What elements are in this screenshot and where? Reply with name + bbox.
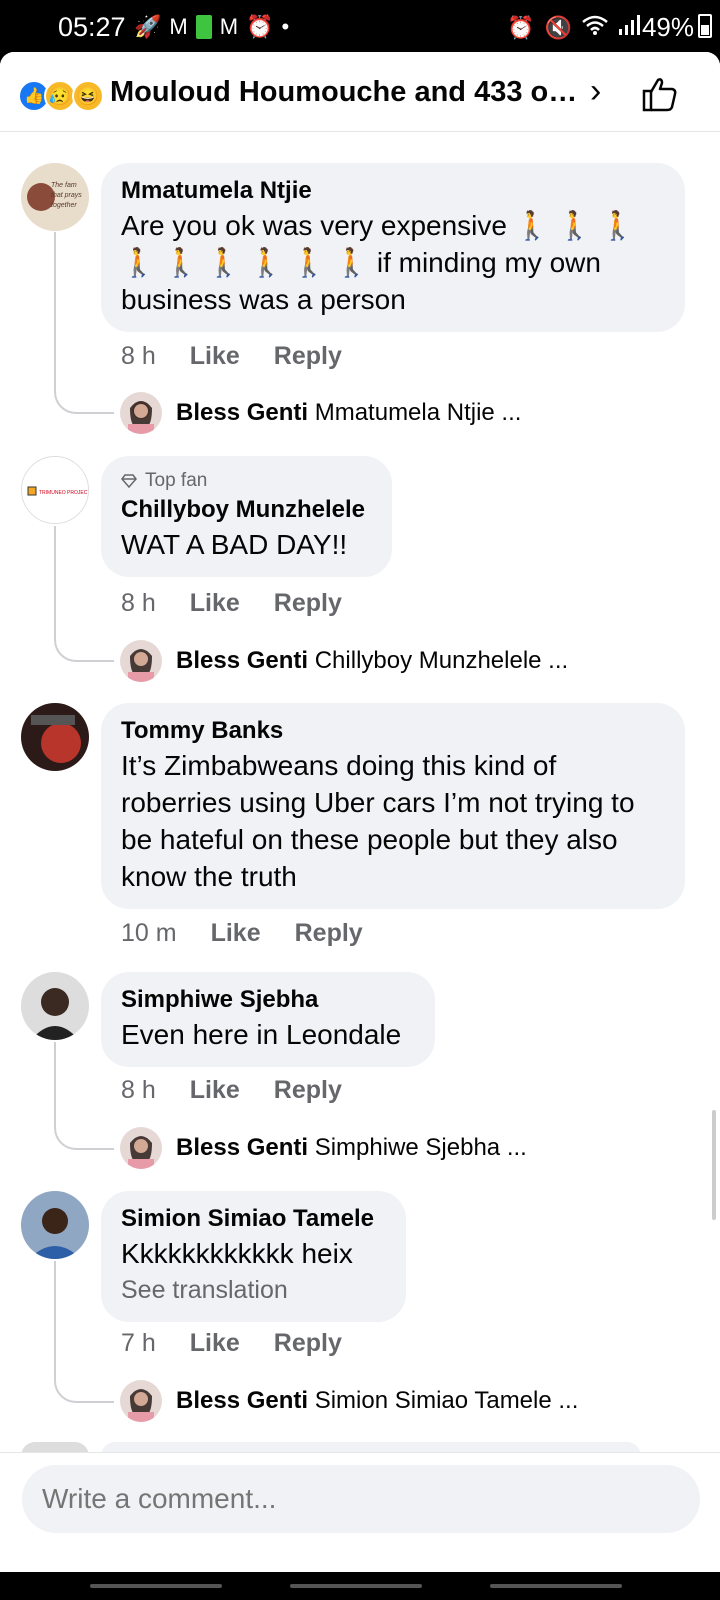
reply-snippet: Mmatumela Ntjie ... bbox=[314, 399, 522, 426]
comment-bubble[interactable]: Mmatumela Ntjie Are you ok was very expe… bbox=[101, 163, 685, 332]
composer-bar bbox=[0, 1452, 720, 1572]
comment-actions: 7 h Like Reply bbox=[121, 1329, 342, 1358]
reply-author: Bless Genti bbox=[176, 399, 309, 426]
reactions-header[interactable]: 👍 😥 😆 Mouloud Houmouche and 433 ot... › bbox=[0, 52, 720, 132]
avatar[interactable] bbox=[21, 703, 89, 771]
avatar[interactable]: TRIMUNEO PROJECTS bbox=[21, 456, 89, 524]
reply-avatar[interactable] bbox=[120, 1380, 162, 1422]
comment-bubble[interactable]: Top fan Chillyboy Munzhelele WAT A BAD D… bbox=[101, 456, 392, 577]
comment-input[interactable] bbox=[22, 1465, 700, 1533]
comment-actions: 8 h Like Reply bbox=[121, 589, 342, 618]
comments-panel: 👍 😥 😆 Mouloud Houmouche and 433 ot... › … bbox=[0, 52, 720, 1572]
comment-bubble[interactable]: Simphiwe Sjebha Even here in Leondale bbox=[101, 972, 435, 1067]
comment-author[interactable]: Tommy Banks bbox=[121, 715, 665, 747]
alarm-icon: ⏰ bbox=[507, 15, 535, 40]
comment-text: Kkkkkkkkkkkk heix bbox=[121, 1238, 353, 1269]
reply-author: Bless Genti bbox=[176, 1387, 309, 1414]
mute-icon: 🔇 bbox=[544, 15, 572, 40]
comment-time: 10 m bbox=[121, 919, 177, 947]
comment-text: WAT A BAD DAY!! bbox=[121, 529, 348, 560]
reply-button[interactable]: Reply bbox=[274, 342, 342, 371]
see-translation-link[interactable]: See translation bbox=[121, 1272, 386, 1308]
reply-preview[interactable]: Bless Genti Chillyboy Munzhelele ... bbox=[176, 647, 568, 675]
comment-actions: 10 m Like Reply bbox=[121, 919, 363, 948]
like-button[interactable]: Like bbox=[190, 342, 240, 371]
status-bar: 05:27 🚀 M M ⏰ • ⏰ 🔇 49% bbox=[0, 0, 720, 52]
thread-line bbox=[54, 1042, 114, 1150]
diamond-icon bbox=[121, 474, 137, 488]
comment-author[interactable]: Simphiwe Sjebha bbox=[121, 984, 415, 1016]
reply-button[interactable]: Reply bbox=[274, 589, 342, 618]
battery-app-icon bbox=[195, 15, 212, 39]
svg-text:that prays: that prays bbox=[51, 192, 82, 199]
home-button[interactable] bbox=[290, 1584, 422, 1588]
svg-text:The fam: The fam bbox=[51, 182, 77, 189]
thread-line bbox=[54, 1261, 114, 1403]
comment-actions: 8 h Like Reply bbox=[121, 1076, 342, 1105]
scrollbar[interactable] bbox=[712, 1110, 716, 1220]
comment-author[interactable]: Chillyboy Munzhelele bbox=[121, 494, 372, 526]
notification-icons: 🚀 M M ⏰ • bbox=[134, 14, 289, 40]
like-button[interactable]: Like bbox=[190, 1329, 240, 1358]
reply-button[interactable]: Reply bbox=[274, 1076, 342, 1105]
comment-bubble[interactable]: Simion Simiao Tamele Kkkkkkkkkkkk heix S… bbox=[101, 1191, 406, 1322]
reply-author: Bless Genti bbox=[176, 647, 309, 674]
top-fan-badge: Top fan bbox=[121, 468, 372, 494]
reply-snippet: Simphiwe Sjebha ... bbox=[314, 1134, 527, 1161]
reply-preview[interactable]: Bless Genti Simion Simiao Tamele ... bbox=[176, 1387, 578, 1415]
battery-percent: 49% bbox=[641, 12, 694, 42]
reactions-summary[interactable]: Mouloud Houmouche and 433 ot... bbox=[110, 76, 580, 109]
back-button[interactable] bbox=[490, 1584, 622, 1588]
gmail-icon: M bbox=[219, 14, 239, 39]
dot-icon: • bbox=[281, 14, 290, 39]
reply-snippet: Simion Simiao Tamele ... bbox=[314, 1387, 579, 1414]
haha-reaction-icon: 😆 bbox=[72, 80, 104, 112]
signal-icon bbox=[618, 14, 640, 42]
avatar[interactable] bbox=[21, 972, 89, 1040]
comment-text: It’s Zimbabweans doing this kind of robe… bbox=[121, 750, 635, 892]
comment-author[interactable]: Mmatumela Ntjie bbox=[121, 175, 665, 207]
like-button[interactable]: Like bbox=[190, 1076, 240, 1105]
avatar[interactable]: The fam that prays together bbox=[21, 163, 89, 231]
reply-snippet: Chillyboy Munzhelele ... bbox=[314, 647, 569, 674]
system-icons: ⏰ 🔇 bbox=[507, 14, 640, 42]
rocket-icon: 🚀 bbox=[134, 14, 162, 39]
comment-time: 8 h bbox=[121, 342, 156, 370]
like-button[interactable]: Like bbox=[211, 919, 261, 948]
system-nav-bar bbox=[0, 1572, 720, 1600]
comment-time: 8 h bbox=[121, 1076, 156, 1104]
reply-preview[interactable]: Bless Genti Mmatumela Ntjie ... bbox=[176, 399, 521, 427]
battery-icon bbox=[698, 14, 712, 38]
comment-bubble[interactable]: Tommy Banks It’s Zimbabweans doing this … bbox=[101, 703, 685, 909]
avatar[interactable] bbox=[21, 1191, 89, 1259]
thread-line bbox=[54, 232, 114, 414]
reply-author: Bless Genti bbox=[176, 1134, 309, 1161]
reaction-icons: 👍 😥 😆 bbox=[18, 80, 110, 112]
reply-button[interactable]: Reply bbox=[274, 1329, 342, 1358]
comment-text: Even here in Leondale bbox=[121, 1019, 402, 1050]
reply-avatar[interactable] bbox=[120, 392, 162, 434]
reply-button[interactable]: Reply bbox=[295, 919, 363, 948]
svg-text:TRIMUNEO PROJECTS: TRIMUNEO PROJECTS bbox=[39, 490, 89, 496]
reply-preview[interactable]: Bless Genti Simphiwe Sjebha ... bbox=[176, 1134, 527, 1162]
thread-line bbox=[54, 526, 114, 662]
like-button[interactable]: Like bbox=[190, 589, 240, 618]
alarm-face-icon: ⏰ bbox=[246, 14, 274, 39]
svg-text:together: together bbox=[51, 202, 77, 209]
gmail-icon: M bbox=[169, 14, 188, 39]
reply-avatar[interactable] bbox=[120, 640, 162, 682]
status-time: 05:27 bbox=[58, 12, 126, 42]
comment-actions: 8 h Like Reply bbox=[121, 342, 342, 371]
top-fan-label: Top fan bbox=[145, 470, 208, 491]
thumbs-up-icon[interactable] bbox=[640, 74, 680, 114]
chevron-right-icon[interactable]: › bbox=[590, 72, 601, 111]
recent-apps-button[interactable] bbox=[90, 1584, 222, 1588]
reply-avatar[interactable] bbox=[120, 1127, 162, 1169]
comment-time: 8 h bbox=[121, 589, 156, 617]
comment-author[interactable]: Simion Simiao Tamele bbox=[121, 1203, 386, 1235]
comment-time: 7 h bbox=[121, 1329, 156, 1357]
comment-text: Are you ok was very expensive 🚶 🚶 🚶 🚶 🚶 … bbox=[121, 210, 635, 315]
wifi-icon bbox=[582, 14, 608, 42]
